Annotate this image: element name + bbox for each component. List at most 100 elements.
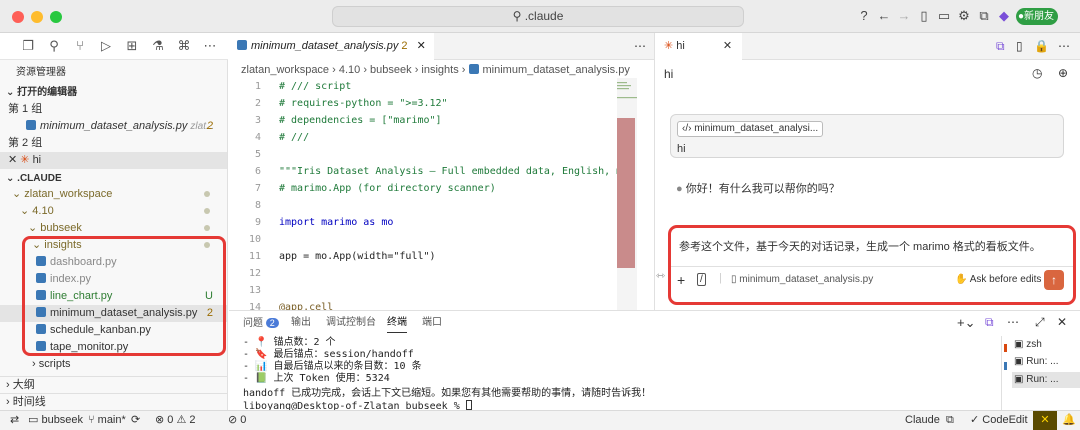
account-badge[interactable]: ●新朋友 — [1016, 8, 1059, 25]
gear-icon[interactable]: ⚙ — [956, 8, 972, 24]
toggle-panel-icon[interactable]: ▭ — [936, 8, 952, 24]
minimize-window-button[interactable] — [31, 11, 43, 23]
run-debug-icon[interactable]: ▷ — [98, 38, 114, 54]
chat-tab[interactable]: ✳ hi ✕ — [656, 33, 742, 60]
error-count: 0 — [167, 414, 174, 426]
copilot-icon[interactable]: ⧉ — [996, 39, 1005, 54]
chat-input-text[interactable]: 参考这个文件，基于今天的对话记录，生成一个 marimo 格式的看板文件。 — [679, 238, 1041, 254]
close-icon[interactable]: ✕ — [1057, 315, 1067, 329]
breadcrumb-item[interactable]: bubseek — [370, 64, 412, 76]
explorer-sidebar: 资源管理器 ⌄ 打开的编辑器 第 1 组 minimum_dataset_ana… — [0, 60, 228, 410]
workspace-indicator[interactable]: ▭ bubseek — [28, 411, 83, 430]
slash-command-icon[interactable]: / — [697, 273, 706, 286]
tab-output[interactable]: 输出 — [291, 316, 311, 330]
branch-icon: ⑂ — [88, 414, 98, 426]
chat-input-box[interactable]: 参考这个文件，基于今天的对话记录，生成一个 marimo 格式的看板文件。 + … — [668, 225, 1076, 305]
codeedit-status[interactable]: ✓ CodeEdit — [970, 411, 1028, 430]
open-editor-item[interactable]: minimum_dataset_analysis.py zlat... 2 — [0, 118, 227, 135]
code-lines[interactable]: 1 # /// script 2 # requires-python = ">=3.1… — [229, 78, 654, 310]
folder-item[interactable]: ⌄ zlatan_workspace — [0, 186, 227, 203]
timeline-section[interactable]: › 时间线 — [0, 393, 227, 410]
breadcrumb-item[interactable]: zlatan_workspace — [241, 64, 329, 76]
copilot-icon[interactable]: ⧉ — [985, 315, 994, 330]
mode-selector[interactable]: ✋ Ask before edits — [955, 274, 1041, 285]
copilot-status-icon[interactable]: ⧉ — [946, 411, 954, 430]
help-icon[interactable]: ? — [856, 8, 872, 24]
line-number: 1 — [254, 81, 261, 92]
modified-dot — [204, 225, 210, 231]
command-center-search[interactable]: ⚲ .claude — [332, 6, 744, 27]
new-terminal-icon[interactable]: +⌄ — [957, 315, 975, 331]
code-line[interactable]: # /// script — [279, 78, 351, 95]
close-icon[interactable]: ✕ — [723, 40, 732, 52]
explorer-icon[interactable]: ❐ — [20, 38, 36, 54]
source-control-icon[interactable]: ⑂ — [72, 38, 88, 54]
tab-problems[interactable]: 问题 2 — [243, 316, 279, 331]
breadcrumb-item[interactable]: 4.10 — [339, 64, 360, 76]
folder-item[interactable]: › scripts — [0, 356, 227, 373]
outline-section[interactable]: › 大纲 — [0, 376, 227, 393]
python-file-icon — [468, 64, 479, 74]
history-icon[interactable]: ◷ — [1032, 66, 1042, 80]
new-chat-icon[interactable]: ⊕ — [1058, 66, 1068, 80]
code-line[interactable]: @app.cell — [279, 299, 333, 310]
bell-icon[interactable]: ✕ — [1033, 411, 1057, 430]
remote-icon[interactable]: ⌘ — [176, 38, 192, 54]
active-file-chip[interactable]: ▯ minimum_dataset_analysis.py — [731, 274, 873, 285]
editor-tab[interactable]: minimum_dataset_analysis.py 2 ✕ — [229, 33, 434, 60]
code-line[interactable]: """Iris Dataset Analysis — Full embedded… — [279, 163, 628, 180]
code-line[interactable]: import marimo as mo — [279, 214, 393, 231]
breadcrumb-item[interactable]: minimum_dataset_analysis.py — [483, 64, 630, 76]
extension-icon[interactable]: ◆ — [996, 8, 1012, 24]
breadcrumb-item[interactable]: insights — [421, 64, 458, 76]
code-line[interactable]: # /// — [279, 129, 309, 146]
ports-icon[interactable]: ⊘ 0 — [228, 411, 246, 430]
extensions-icon[interactable]: ⊞ — [124, 38, 140, 54]
lock-icon[interactable]: 🔒 — [1034, 39, 1049, 53]
more-actions-icon[interactable]: ⋯ — [634, 39, 646, 53]
forward-arrow-icon[interactable]: → — [896, 8, 912, 24]
search-icon[interactable]: ⚲ — [46, 38, 62, 54]
attachment-chip[interactable]: ‹/› minimum_dataset_analysi... — [677, 121, 824, 137]
minimap[interactable] — [603, 78, 653, 310]
open-editors-section[interactable]: ⌄ 打开的编辑器 — [0, 84, 227, 101]
workspace-root[interactable]: ⌄ .CLAUDE — [0, 170, 227, 187]
remote-indicator[interactable]: ⇄ — [10, 411, 19, 430]
resize-handle[interactable]: ⇿ — [656, 269, 665, 282]
zoom-window-button[interactable] — [50, 11, 62, 23]
open-editor-item-hi[interactable]: ✕ ✳ hi — [0, 152, 227, 169]
maximize-panel-icon[interactable]: ⤢ — [1035, 315, 1045, 330]
more-actions-icon[interactable]: ⋯ — [1058, 39, 1070, 53]
toggle-sidebar-icon[interactable]: ▯ — [916, 8, 932, 24]
code-line[interactable]: app = mo.App(width="full") — [279, 248, 436, 265]
problems-indicator[interactable]: ⊗ 0 ⚠ 2 — [155, 411, 196, 430]
close-window-button[interactable] — [12, 11, 24, 23]
workspace-root-label: .CLAUDE — [17, 173, 62, 184]
copilot-icon[interactable]: ⧉ — [976, 8, 992, 24]
add-icon[interactable]: + — [677, 272, 685, 288]
tab-debug-console[interactable]: 调试控制台 — [326, 316, 376, 330]
back-arrow-icon[interactable]: ← — [876, 8, 892, 24]
folder-item[interactable]: ⌄ bubseek — [0, 220, 227, 237]
close-icon[interactable]: ✕ — [8, 154, 20, 166]
more-icon[interactable]: ⋯ — [202, 38, 218, 54]
terminal-line: - 📗 上次 Token 使用：5324 — [243, 373, 390, 384]
code-line[interactable]: # marimo.App (for directory scanner) — [279, 180, 496, 197]
code-line[interactable]: # requires-python = ">=3.12" — [279, 95, 448, 112]
folder-item[interactable]: ⌄ 4.10 — [0, 203, 227, 220]
close-icon[interactable]: ✕ — [417, 40, 426, 52]
terminal-list-item-active[interactable]: ▣ Run: ... — [1012, 372, 1080, 388]
claude-status[interactable]: Claude — [905, 411, 940, 430]
testing-icon[interactable]: ⚗ — [150, 38, 166, 54]
branch-indicator[interactable]: ⑂ main* — [88, 411, 126, 430]
send-button[interactable]: ↑ — [1044, 270, 1064, 290]
notifications-icon[interactable]: 🔔 — [1062, 411, 1076, 430]
tab-ports[interactable]: 端口 — [422, 316, 442, 330]
terminal-list-item[interactable]: ▣ Run: ... — [1014, 356, 1058, 367]
more-actions-icon[interactable]: ⋯ — [1007, 315, 1019, 329]
terminal-list-item[interactable]: ▣ zsh — [1014, 339, 1042, 350]
split-editor-icon[interactable]: ▯ — [1016, 39, 1023, 53]
sync-icon[interactable]: ⟳ — [131, 411, 140, 430]
tab-terminal[interactable]: 终端 — [387, 316, 407, 333]
code-line[interactable]: # dependencies = ["marimo"] — [279, 112, 442, 129]
